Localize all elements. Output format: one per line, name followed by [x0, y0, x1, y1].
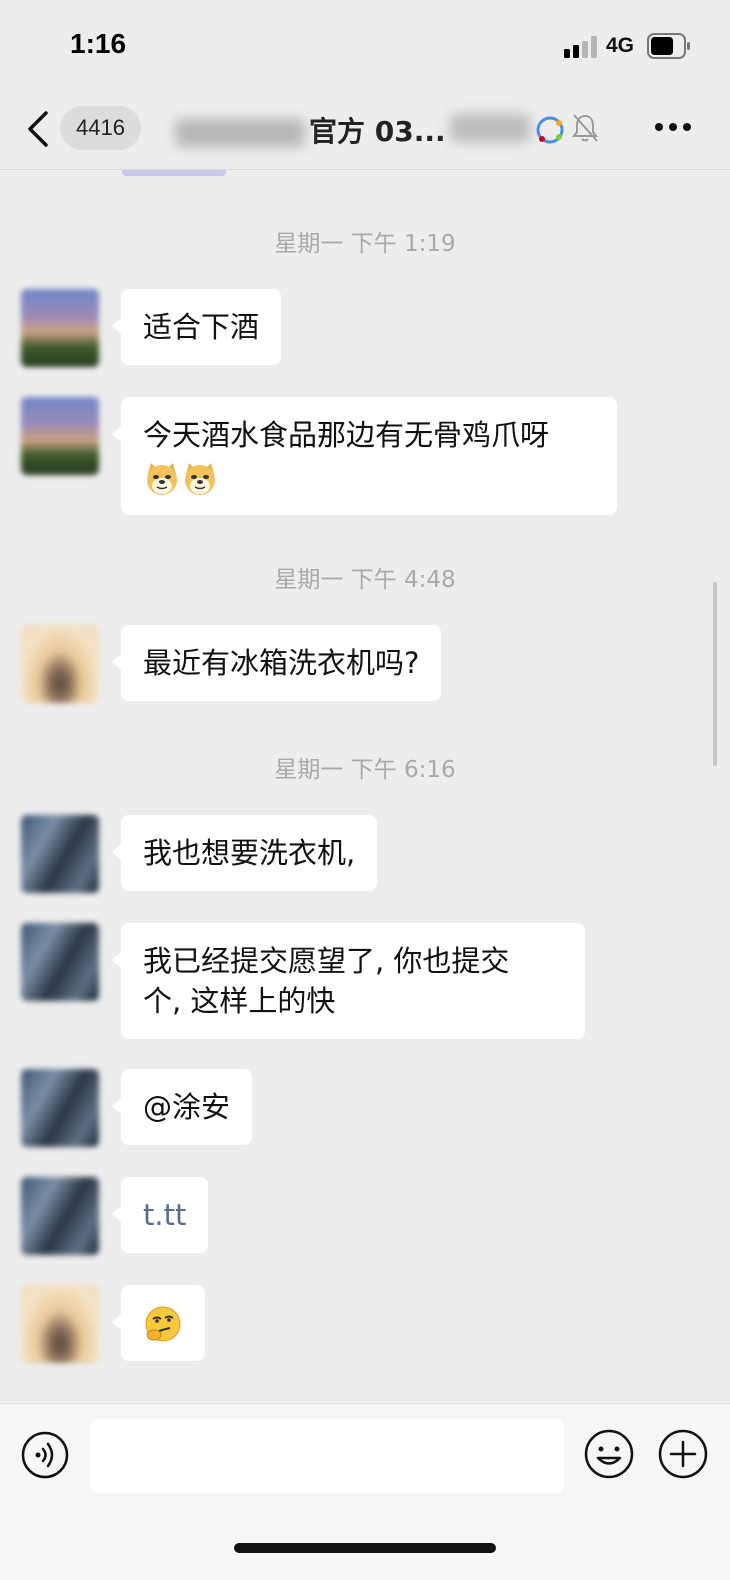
message-text: 我也想要洗衣机,: [143, 836, 356, 870]
voice-icon[interactable]: [20, 1430, 70, 1480]
battery-icon: [647, 33, 690, 59]
emoji-icon[interactable]: [583, 1428, 635, 1480]
status-bar: 1:16 4G: [0, 0, 730, 92]
unread-count-badge[interactable]: 4416: [60, 106, 141, 150]
message-bubble[interactable]: 我也想要洗衣机,: [111, 815, 378, 891]
avatar[interactable]: [21, 923, 99, 1001]
blurred-member-count: [450, 114, 530, 142]
blurred-title-part: [175, 119, 305, 147]
scrollbar[interactable]: [713, 582, 717, 766]
more-icon[interactable]: [654, 122, 692, 132]
message-bubble[interactable]: 最近有冰箱洗衣机吗?: [111, 625, 442, 701]
avatar[interactable]: [21, 1069, 99, 1147]
avatar[interactable]: [21, 625, 99, 703]
avatar[interactable]: [21, 815, 99, 893]
avatar[interactable]: [21, 1285, 99, 1363]
status-time: 1:16: [70, 28, 127, 59]
message-bubble[interactable]: t.tt: [111, 1177, 209, 1253]
message-text-line: 我已经提交愿望了, 你也提交: [143, 944, 510, 978]
previous-message-fragment: [122, 170, 226, 176]
thinking-smirk-emoji: [145, 1306, 181, 1342]
avatar[interactable]: [21, 397, 99, 475]
message-text: 今天酒水食品那边有无骨鸡爪呀: [143, 418, 550, 452]
message-text: @涂安: [143, 1090, 231, 1124]
doge-emoji: [147, 463, 177, 495]
signal-icon: [564, 36, 597, 58]
mute-bell-icon: [572, 114, 598, 142]
message-bubble[interactable]: 适合下酒: [111, 289, 282, 365]
emoji-row: [143, 457, 595, 497]
official-account-icon: [536, 116, 564, 144]
message-bubble[interactable]: @涂安: [111, 1069, 253, 1145]
avatar[interactable]: [21, 289, 99, 367]
home-indicator[interactable]: [234, 1543, 496, 1553]
chat-title: 官方 03...: [175, 110, 446, 150]
message-text-line: 个, 这样上的快: [143, 984, 336, 1018]
chat-title-text: 官方 03...: [309, 115, 446, 148]
message-text: 最近有冰箱洗衣机吗?: [143, 646, 420, 680]
message-bubble[interactable]: 我已经提交愿望了, 你也提交 个, 这样上的快: [112, 923, 585, 1039]
chevron-left-icon[interactable]: [26, 110, 50, 148]
doge-emoji: [185, 463, 215, 495]
plus-icon[interactable]: [657, 1428, 709, 1480]
message-bubble[interactable]: [112, 1285, 205, 1361]
timestamp: 星期一 下午 4:48: [274, 567, 456, 593]
message-link[interactable]: t.tt: [143, 1198, 186, 1232]
network-label: 4G: [606, 34, 635, 57]
timestamp: 星期一 下午 6:16: [274, 757, 456, 783]
input-bar: [0, 1403, 730, 1580]
chat-header: 4416 官方 03...: [0, 92, 730, 170]
timestamp: 星期一 下午 1:19: [274, 231, 456, 257]
message-bubble[interactable]: 今天酒水食品那边有无骨鸡爪呀: [112, 397, 617, 515]
message-input[interactable]: [90, 1419, 564, 1493]
avatar[interactable]: [21, 1177, 99, 1255]
message-text: 适合下酒: [143, 310, 260, 344]
